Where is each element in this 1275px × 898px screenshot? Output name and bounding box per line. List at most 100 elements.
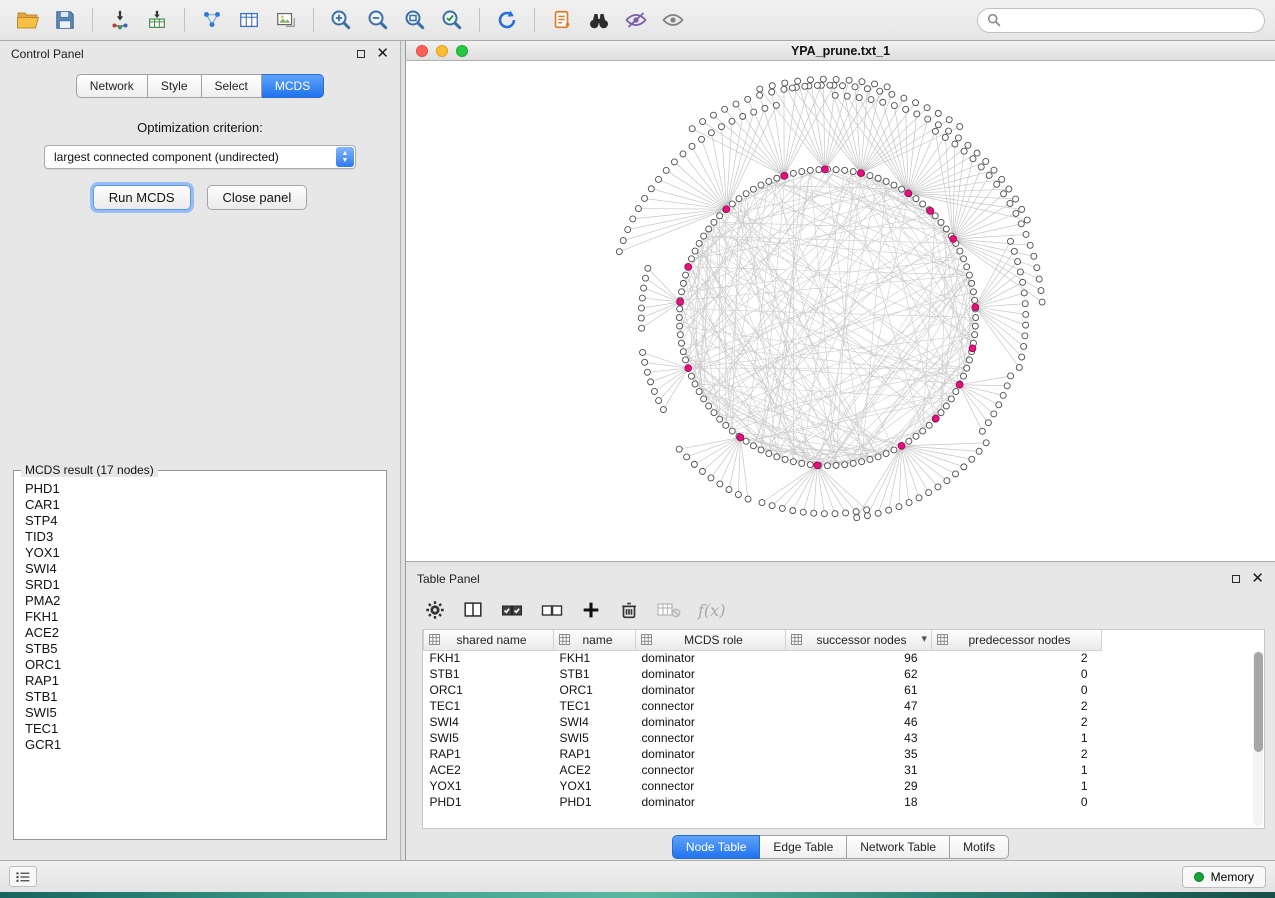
float-table-panel-icon[interactable] xyxy=(1232,575,1240,583)
show-details-button[interactable] xyxy=(655,4,691,36)
table-row[interactable]: SWI4SWI4dominator462 xyxy=(424,714,1265,730)
mcds-node-item[interactable]: SWI5 xyxy=(17,705,383,721)
mcds-node-item[interactable]: YOX1 xyxy=(17,545,383,561)
clear-table-button[interactable] xyxy=(656,599,682,621)
table-row[interactable]: ACE2ACE2connector311 xyxy=(424,762,1265,778)
close-window-icon[interactable] xyxy=(416,45,428,57)
function-builder-button[interactable]: f(x) xyxy=(698,601,725,620)
table-panel: Table Panel ✕ xyxy=(406,566,1275,860)
application-window: Control Panel ✕ NetworkStyleSelectMCDS O… xyxy=(0,0,1275,898)
tab-select[interactable]: Select xyxy=(202,74,262,98)
find-button[interactable] xyxy=(581,4,617,36)
tab-network[interactable]: Network xyxy=(76,74,148,98)
export-image-icon xyxy=(275,9,297,31)
zoom-fit-button[interactable] xyxy=(397,4,433,36)
tab-edge-table[interactable]: Edge Table xyxy=(760,835,847,859)
mcds-node-item[interactable]: ACE2 xyxy=(17,625,383,641)
copy-document-button[interactable] xyxy=(544,4,580,36)
table-row[interactable]: STB1STB1dominator620 xyxy=(424,666,1265,682)
search-box[interactable] xyxy=(977,8,1265,33)
show-columns-button[interactable] xyxy=(462,599,484,621)
close-table-panel-icon[interactable]: ✕ xyxy=(1251,574,1264,584)
criterion-dropdown-value: largest connected component (undirected) xyxy=(54,150,279,164)
network-svg[interactable] xyxy=(406,61,1275,561)
table-settings-button[interactable] xyxy=(424,599,446,621)
network-canvas[interactable] xyxy=(406,61,1275,561)
mcds-node-item[interactable]: PMA2 xyxy=(17,593,383,609)
mcds-node-item[interactable]: SRD1 xyxy=(17,577,383,593)
close-panel-icon[interactable]: ✕ xyxy=(376,49,389,59)
tab-motifs[interactable]: Motifs xyxy=(950,835,1009,859)
table-row[interactable]: FKH1FKH1dominator962 xyxy=(424,650,1265,666)
criterion-dropdown[interactable]: largest connected component (undirected)… xyxy=(44,145,356,169)
column-header-predecessor-nodes[interactable]: predecessor nodes xyxy=(932,630,1102,650)
column-header-mcds-role[interactable]: MCDS role xyxy=(636,630,786,650)
zoom-selected-icon xyxy=(440,8,464,32)
zoom-out-button[interactable] xyxy=(360,4,396,36)
delete-column-button[interactable] xyxy=(618,599,640,621)
mcds-node-item[interactable]: CAR1 xyxy=(17,497,383,513)
tab-node-table[interactable]: Node Table xyxy=(672,835,761,859)
table-scrollbar-thumb[interactable] xyxy=(1254,652,1263,752)
table-row[interactable]: ORC1ORC1dominator610 xyxy=(424,682,1265,698)
mcds-node-item[interactable]: STP4 xyxy=(17,513,383,529)
close-panel-button[interactable]: Close panel xyxy=(207,185,308,210)
hide-details-button[interactable] xyxy=(618,4,654,36)
mcds-node-item[interactable]: PHD1 xyxy=(17,481,383,497)
open-file-button[interactable] xyxy=(10,4,46,36)
zoom-out-icon xyxy=(366,8,390,32)
new-network-button[interactable] xyxy=(194,4,230,36)
table-grid-icon xyxy=(791,634,802,648)
search-input[interactable] xyxy=(1006,12,1255,28)
zoom-in-button[interactable] xyxy=(323,4,359,36)
mcds-result-list[interactable]: PHD1CAR1STP4TID3YOX1SWI4SRD1PMA2FKH1ACE2… xyxy=(17,481,383,836)
mcds-node-item[interactable]: SWI4 xyxy=(17,561,383,577)
column-header-shared-name[interactable]: shared name xyxy=(424,630,554,650)
mcds-node-item[interactable]: FKH1 xyxy=(17,609,383,625)
refresh-button[interactable] xyxy=(489,4,525,36)
zoom-selected-button[interactable] xyxy=(434,4,470,36)
run-mcds-button[interactable]: Run MCDS xyxy=(93,185,191,210)
control-panel-titlebar: Control Panel ✕ xyxy=(0,41,400,66)
add-column-button[interactable] xyxy=(580,599,602,621)
maximize-window-icon[interactable] xyxy=(456,45,468,57)
main-toolbar xyxy=(0,0,1275,41)
mcds-node-item[interactable]: GCR1 xyxy=(17,737,383,753)
table-row[interactable]: RAP1RAP1dominator352 xyxy=(424,746,1265,762)
network-table-button[interactable] xyxy=(231,4,267,36)
save-button[interactable] xyxy=(47,4,83,36)
tab-mcds[interactable]: MCDS xyxy=(262,74,324,98)
mcds-node-item[interactable]: TEC1 xyxy=(17,721,383,737)
column-header-successor-nodes[interactable]: successor nodes▾ xyxy=(786,630,932,650)
import-table-button[interactable] xyxy=(139,4,175,36)
select-all-button[interactable] xyxy=(500,599,524,621)
mcds-node-item[interactable]: STB1 xyxy=(17,689,383,705)
import-network-button[interactable] xyxy=(102,4,138,36)
table-row[interactable]: SWI5SWI5connector431 xyxy=(424,730,1265,746)
export-image-button[interactable] xyxy=(268,4,304,36)
table-scrollbar[interactable] xyxy=(1253,651,1263,826)
network-titlebar[interactable]: YPA_prune.txt_1 xyxy=(406,41,1275,61)
table-row[interactable]: TEC1TEC1connector472 xyxy=(424,698,1265,714)
table-row[interactable]: PHD1PHD1dominator180 xyxy=(424,794,1265,810)
tab-style[interactable]: Style xyxy=(148,74,202,98)
float-panel-icon[interactable] xyxy=(357,50,365,58)
memory-button[interactable]: Memory xyxy=(1182,866,1266,888)
mcds-node-item[interactable]: TID3 xyxy=(17,529,383,545)
network-window: YPA_prune.txt_1 xyxy=(406,41,1275,561)
list-menu-icon xyxy=(16,871,30,883)
mcds-node-item[interactable]: ORC1 xyxy=(17,657,383,673)
minimize-window-icon[interactable] xyxy=(436,45,448,57)
deselect-all-button[interactable] xyxy=(540,599,564,621)
mcds-node-item[interactable]: STB5 xyxy=(17,641,383,657)
tab-network-table[interactable]: Network Table xyxy=(847,835,950,859)
panel-menu-button[interactable] xyxy=(9,866,37,887)
table-grid-icon xyxy=(559,634,570,648)
table-grid-icon xyxy=(937,634,948,648)
table-row[interactable]: YOX1YOX1connector291 xyxy=(424,778,1265,794)
table-panel-titlebar: Table Panel ✕ xyxy=(406,566,1275,591)
column-header-name[interactable]: name xyxy=(554,630,636,650)
mcds-node-item[interactable]: RAP1 xyxy=(17,673,383,689)
network-icon xyxy=(201,9,223,31)
dropdown-arrows-icon: ▲▼ xyxy=(336,147,354,167)
